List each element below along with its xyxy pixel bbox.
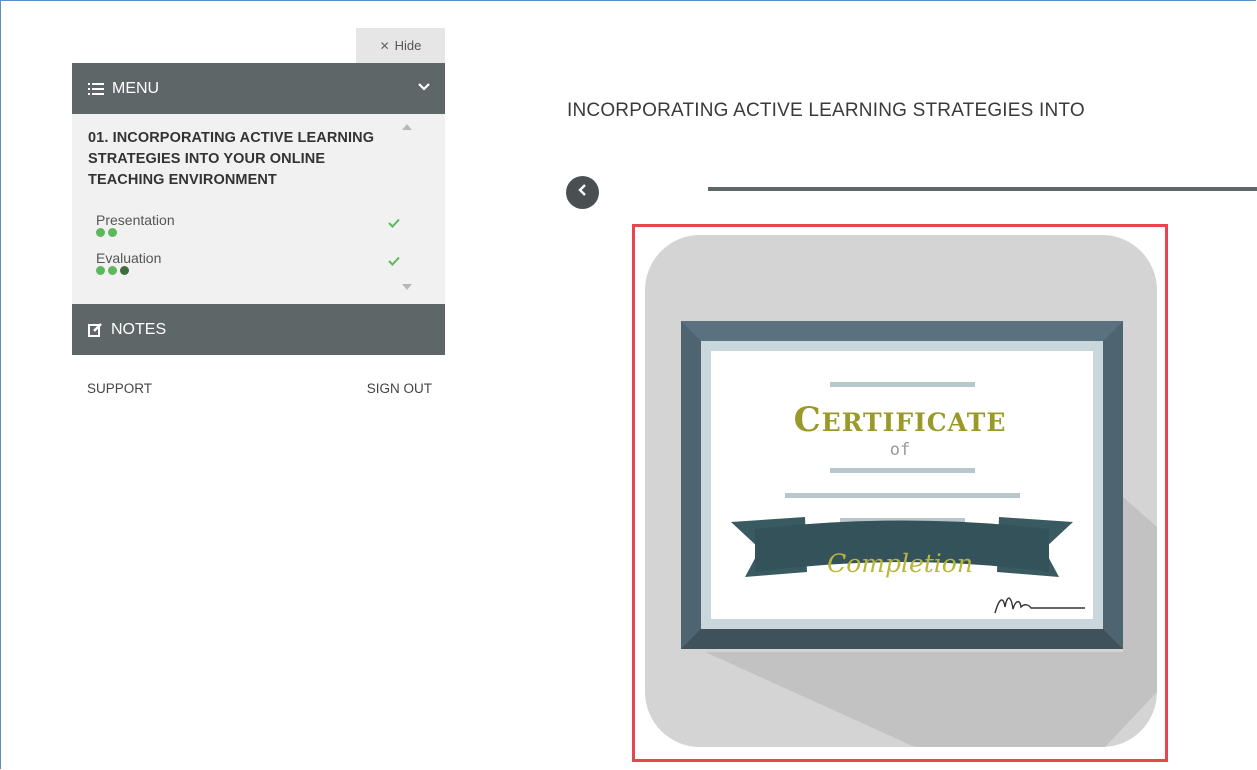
- chevron-left-icon: [577, 183, 589, 202]
- lesson-item-evaluation[interactable]: Evaluation: [96, 250, 401, 286]
- menu-scrollbar[interactable]: [399, 118, 415, 298]
- progress-dot: [96, 228, 105, 237]
- menu-label: MENU: [112, 79, 160, 97]
- page-title: INCORPORATING ACTIVE LEARNING STRATEGIES…: [567, 100, 1085, 121]
- list-icon: [88, 82, 104, 96]
- menu-header[interactable]: MENU: [72, 63, 445, 114]
- chevron-down-icon[interactable]: [417, 79, 431, 97]
- course-title[interactable]: 01. INCORPORATING ACTIVE LEARNING STRATE…: [88, 128, 398, 191]
- scroll-down-arrow-icon[interactable]: [402, 284, 412, 290]
- back-button[interactable]: [566, 176, 599, 209]
- progress-dot: [108, 228, 117, 237]
- progress-bar: [708, 187, 1257, 191]
- certificate-heading: CERTIFICATE: [793, 400, 1007, 440]
- lesson-progress-dots: [96, 228, 401, 237]
- support-link[interactable]: SUPPORT: [87, 381, 152, 396]
- hide-sidebar-button[interactable]: ✕ Hide: [356, 28, 445, 63]
- lesson-label: Evaluation: [96, 250, 162, 266]
- sign-out-link[interactable]: SIGN OUT: [367, 381, 432, 396]
- progress-dot: [108, 266, 117, 275]
- notes-header[interactable]: NOTES: [72, 304, 445, 355]
- progress-dot: [96, 266, 105, 275]
- edit-icon: [88, 322, 103, 337]
- scroll-up-arrow-icon[interactable]: [402, 124, 412, 130]
- hide-label: Hide: [394, 38, 422, 53]
- certificate-ribbon-text: Completion: [827, 549, 973, 578]
- lesson-item-presentation[interactable]: Presentation: [96, 212, 401, 248]
- notes-label: NOTES: [111, 320, 167, 338]
- menu-panel: 01. INCORPORATING ACTIVE LEARNING STRATE…: [72, 114, 445, 304]
- certificate-of-text: of: [889, 440, 911, 460]
- sidebar-footer-links: SUPPORT SIGN OUT: [87, 381, 432, 396]
- certificate-illustration: [645, 235, 1157, 747]
- close-icon: ✕: [379, 38, 390, 53]
- certificate-image: CERTIFICATE of Completion: [632, 224, 1168, 762]
- progress-dot: [120, 266, 129, 275]
- lesson-progress-dots: [96, 266, 401, 275]
- lesson-label: Presentation: [96, 212, 175, 228]
